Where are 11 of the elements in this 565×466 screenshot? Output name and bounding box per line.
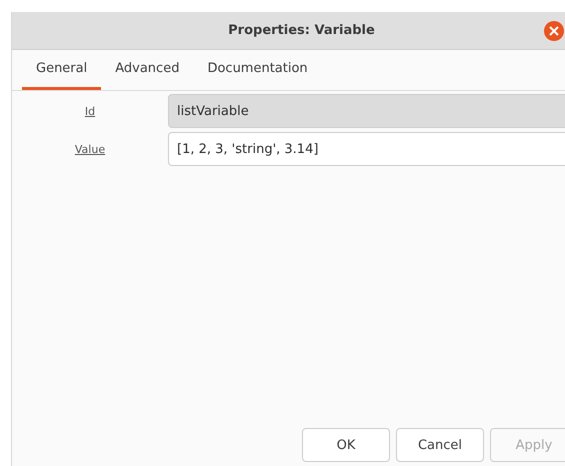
window-title: Properties: Variable — [228, 23, 375, 38]
dialog-button[interactable]: Cancel — [396, 428, 484, 462]
tab[interactable]: General — [22, 50, 102, 90]
input-field[interactable]: listVariable — [168, 94, 565, 128]
field-label: Value — [74, 142, 106, 156]
field-label: Id — [84, 104, 96, 118]
input-field[interactable]: [1, 2, 3, 'string', 3.14] — [168, 132, 565, 166]
dialog-button[interactable]: OK — [302, 428, 390, 462]
tab[interactable]: Advanced — [101, 50, 194, 90]
close-icon[interactable] — [543, 20, 565, 42]
tab[interactable]: Documentation — [193, 50, 322, 90]
